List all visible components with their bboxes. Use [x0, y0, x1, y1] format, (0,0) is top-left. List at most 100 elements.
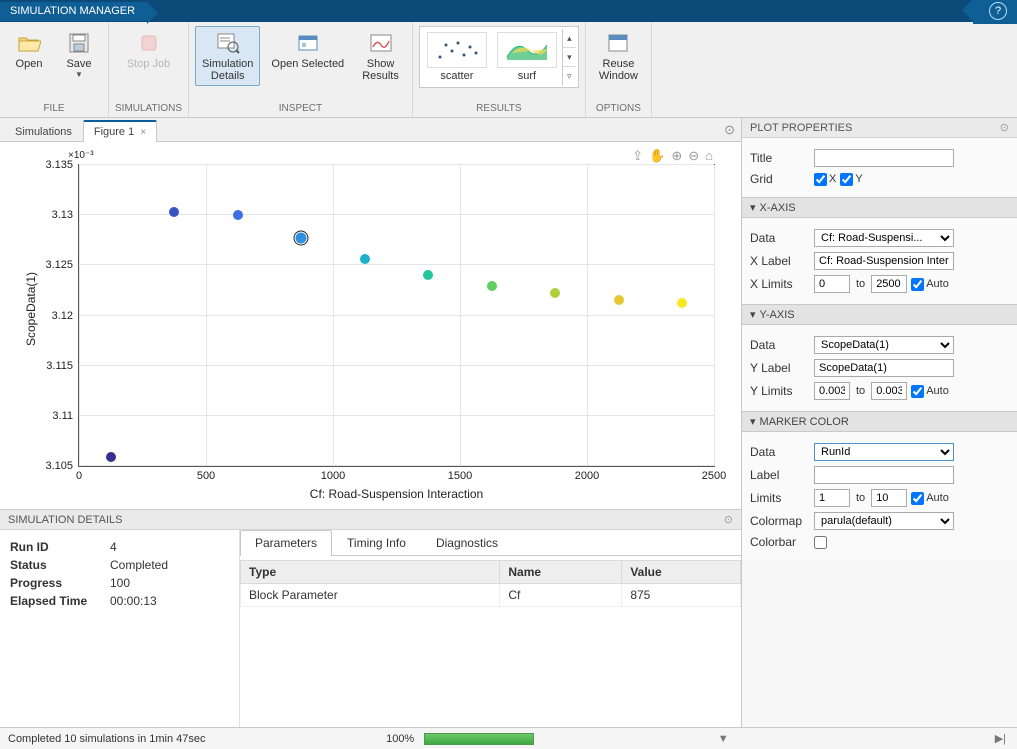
ylim-auto-checkbox[interactable]: Auto	[911, 385, 949, 398]
title-input[interactable]	[814, 149, 954, 167]
window-icon	[604, 30, 632, 56]
statusbar: Completed 10 simulations in 1min 47sec 1…	[0, 727, 1017, 749]
gallery-expand-icon[interactable]: ▿	[563, 67, 576, 85]
ylim-lo-input[interactable]	[814, 382, 850, 400]
data-point[interactable]	[233, 210, 243, 220]
gallery-scatter[interactable]: scatter	[422, 29, 492, 85]
xaxis-data-select[interactable]: Cf: Road-Suspensi...	[814, 229, 954, 247]
xlabel-input[interactable]	[814, 252, 954, 270]
tab-diagnostics[interactable]: Diagnostics	[421, 530, 513, 555]
yaxis-data-select[interactable]: ScopeData(1)	[814, 336, 954, 354]
pan-icon[interactable]: ✋	[649, 148, 665, 164]
home-icon[interactable]: ⌂	[705, 148, 713, 164]
marker-auto-checkbox[interactable]: Auto	[911, 492, 949, 505]
tab-simulations[interactable]: Simulations	[4, 121, 83, 142]
xtick: 2000	[575, 470, 599, 482]
axes[interactable]: 050010001500200025003.1053.113.1153.123.…	[78, 164, 715, 467]
details-params: Parameters Timing Info Diagnostics Type …	[240, 530, 741, 727]
xtick: 1000	[321, 470, 345, 482]
gallery-nav[interactable]: ▴ ▾ ▿	[562, 29, 576, 85]
zoom-out-icon[interactable]: ⊖	[688, 148, 699, 164]
table-row[interactable]: Block Parameter Cf 875	[241, 584, 741, 607]
grid-x-checkbox[interactable]: X	[814, 173, 836, 186]
details-kv: Run ID4 StatusCompleted Progress100 Elap…	[0, 530, 240, 727]
help-wrap[interactable]: ?	[973, 0, 1017, 24]
data-point[interactable]	[550, 288, 560, 298]
figure-tabs: Simulations Figure 1× ⊙	[0, 118, 741, 142]
grid-y-checkbox[interactable]: Y	[840, 173, 862, 186]
marker-lim-lo-input[interactable]	[814, 489, 850, 507]
export-icon[interactable]: ⇪	[632, 148, 643, 164]
progress-value: 100	[110, 574, 229, 592]
close-icon[interactable]: ×	[140, 127, 146, 138]
run-id-value: 4	[110, 538, 229, 556]
tab-figure-1[interactable]: Figure 1×	[83, 120, 157, 142]
ytick: 3.13	[52, 209, 73, 221]
detail-tabs: Parameters Timing Info Diagnostics	[240, 530, 741, 556]
parameters-table: Type Name Value Block Parameter Cf 875	[240, 560, 741, 607]
colormap-select[interactable]: parula(default)	[814, 512, 954, 530]
simulation-details-button[interactable]: Simulation Details	[195, 26, 260, 86]
y-axis-label: ScopeData(1)	[24, 272, 38, 346]
show-results-button[interactable]: Show Results	[355, 26, 406, 86]
ribbon-group-simulations: Stop Job SIMULATIONS	[109, 22, 189, 117]
xaxis-section[interactable]: ▾X-AXIS	[742, 197, 1017, 218]
titlebar: SIMULATION MANAGER ?	[0, 0, 1017, 22]
chevron-down-icon: ▾	[750, 308, 756, 321]
status-progressbar	[424, 733, 534, 745]
plot-toolbar: ⇪ ✋ ⊕ ⊖ ⌂	[632, 148, 713, 164]
gallery-up-icon[interactable]: ▴	[563, 29, 576, 48]
data-point[interactable]	[487, 281, 497, 291]
ytick: 3.115	[46, 360, 73, 372]
xlim-auto-checkbox[interactable]: Auto	[911, 278, 949, 291]
marker-lim-hi-input[interactable]	[871, 489, 907, 507]
xlim-lo-input[interactable]	[814, 275, 850, 293]
open-selected-icon	[294, 30, 322, 56]
open-button[interactable]: Open	[6, 26, 52, 74]
colorbar-checkbox[interactable]	[814, 536, 827, 549]
reuse-window-button[interactable]: Reuse Window	[592, 26, 645, 86]
save-icon	[65, 30, 93, 56]
surf-thumb-icon	[497, 32, 557, 68]
data-point[interactable]	[677, 298, 687, 308]
elapsed-value: 00:00:13	[110, 592, 229, 610]
panel-options-icon[interactable]: ⊙	[724, 122, 735, 138]
gallery-down-icon[interactable]: ▾	[563, 48, 576, 67]
data-point[interactable]	[423, 270, 433, 280]
ylim-hi-input[interactable]	[871, 382, 907, 400]
main: Simulations Figure 1× ⊙ ⇪ ✋ ⊕ ⊖ ⌂ ×10⁻³ …	[0, 118, 1017, 727]
marker-data-select[interactable]: RunId	[814, 443, 954, 461]
stop-job-button: Stop Job	[120, 26, 177, 74]
marker-label-input[interactable]	[814, 466, 954, 484]
xtick: 0	[76, 470, 82, 482]
ytick: 3.12	[52, 310, 73, 322]
panel-options-icon[interactable]: ⊙	[1000, 121, 1009, 134]
left-column: Simulations Figure 1× ⊙ ⇪ ✋ ⊕ ⊖ ⌂ ×10⁻³ …	[0, 118, 742, 727]
xlim-hi-input[interactable]	[871, 275, 907, 293]
data-point[interactable]	[360, 254, 370, 264]
ylabel-input[interactable]	[814, 359, 954, 377]
ytick: 3.125	[45, 259, 73, 271]
data-point[interactable]	[614, 295, 624, 305]
simulation-details-panel: SIMULATION DETAILS ⊙ Run ID4 StatusCompl…	[0, 509, 741, 727]
tab-parameters[interactable]: Parameters	[240, 530, 332, 556]
ribbon-group-inspect: Simulation Details Open Selected Show Re…	[189, 22, 413, 117]
data-point[interactable]	[169, 207, 179, 217]
yaxis-section[interactable]: ▾Y-AXIS	[742, 304, 1017, 325]
scatter-thumb-icon	[427, 32, 487, 68]
marker-section[interactable]: ▾MARKER COLOR	[742, 411, 1017, 432]
ytick: 3.135	[45, 159, 73, 171]
data-point[interactable]	[296, 233, 307, 244]
zoom-in-icon[interactable]: ⊕	[671, 148, 682, 164]
save-button[interactable]: Save ▼	[56, 26, 102, 83]
tab-timing-info[interactable]: Timing Info	[332, 530, 421, 555]
chevron-down-icon: ▼	[75, 70, 83, 79]
data-point[interactable]	[106, 452, 116, 462]
results-icon	[367, 30, 395, 56]
panel-options-icon[interactable]: ⊙	[724, 513, 733, 526]
scroll-down-icon[interactable]: ▼	[715, 733, 732, 745]
open-selected-button[interactable]: Open Selected	[264, 26, 351, 74]
scroll-right-icon[interactable]: ▶|	[992, 732, 1009, 745]
xtick: 1500	[448, 470, 472, 482]
gallery-surf[interactable]: surf	[492, 29, 562, 85]
